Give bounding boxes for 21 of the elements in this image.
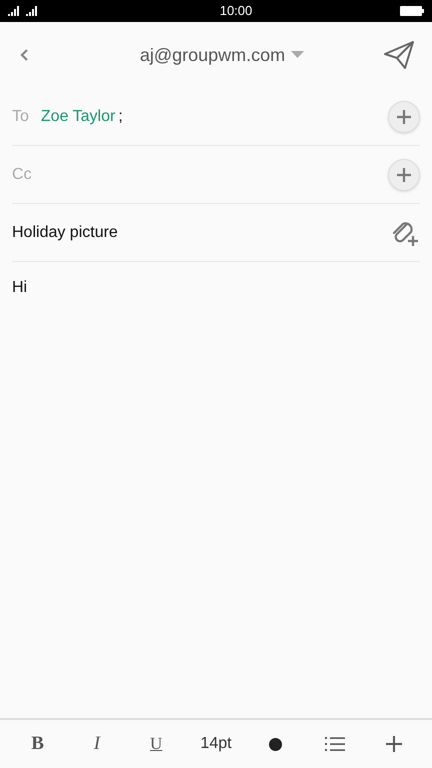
plus-icon	[395, 108, 413, 126]
plus-icon	[385, 735, 404, 753]
underline-button[interactable]: U	[141, 731, 172, 757]
message-body[interactable]: Hi	[12, 279, 28, 296]
bold-button[interactable]: B	[22, 730, 53, 758]
dropdown-caret-icon	[291, 51, 304, 59]
battery-icon	[400, 6, 424, 16]
send-button[interactable]	[382, 38, 416, 72]
add-cc-button[interactable]	[388, 158, 420, 190]
add-recipient-button[interactable]	[388, 100, 420, 132]
italic-button[interactable]: I	[82, 730, 112, 758]
back-icon	[19, 48, 29, 62]
account-dropdown[interactable]: aj@groupwm.com	[140, 42, 304, 68]
to-label: To	[12, 106, 29, 126]
font-size-button[interactable]: 14pt	[200, 732, 232, 756]
plus-icon	[395, 166, 413, 184]
subject-field[interactable]: Holiday picture	[12, 220, 388, 244]
recipient-separator: ;	[118, 106, 123, 126]
list-icon	[325, 736, 346, 752]
cc-label: Cc	[12, 164, 33, 184]
clock: 10:00	[220, 2, 252, 20]
